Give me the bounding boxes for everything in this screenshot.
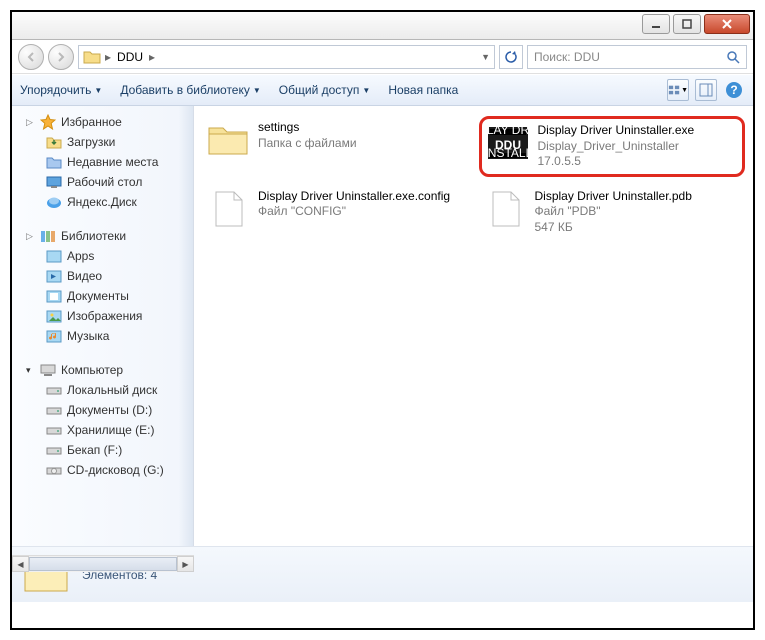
file-list-pane[interactable]: settings Папка с файлами DISPLAY DRIVERD… — [194, 106, 753, 546]
folder-icon — [206, 120, 250, 160]
nav-back-button[interactable] — [18, 44, 44, 70]
refresh-button[interactable] — [499, 45, 523, 69]
new-folder-button[interactable]: Новая папка — [388, 83, 458, 97]
file-icon — [483, 189, 527, 229]
file-version: 17.0.5.5 — [538, 154, 695, 170]
scroll-right-button[interactable]: ▶ — [177, 556, 194, 572]
file-item-exe-highlighted[interactable]: DISPLAY DRIVERDDUUNINSTALLER Display Dri… — [479, 116, 746, 177]
breadcrumb[interactable]: ▸ DDU ▸ ▼ — [78, 45, 495, 69]
preview-pane-button[interactable] — [695, 79, 717, 101]
share-menu[interactable]: Общий доступ▼ — [279, 83, 371, 97]
svg-text:UNINSTALLER: UNINSTALLER — [486, 146, 530, 160]
file-subtitle: Папка с файлами — [258, 136, 357, 152]
sidebar-item-documents[interactable]: Документы — [12, 286, 193, 306]
sidebar-item-desktop[interactable]: Рабочий стол — [12, 172, 193, 192]
sidebar-item-local-disk[interactable]: Локальный диск — [12, 380, 193, 400]
file-name: Display Driver Uninstaller.exe.config — [258, 189, 450, 205]
maximize-button[interactable] — [673, 14, 701, 34]
address-bar: ▸ DDU ▸ ▼ Поиск: DDU — [12, 40, 753, 74]
organize-menu[interactable]: Упорядочить▼ — [20, 83, 102, 97]
sidebar-item-music[interactable]: Музыка — [12, 326, 193, 346]
sidebar-item-drive-e[interactable]: Хранилище (E:) — [12, 420, 193, 440]
dropdown-icon[interactable]: ▼ — [481, 52, 490, 62]
scroll-thumb[interactable] — [29, 557, 177, 571]
search-icon — [726, 50, 740, 64]
add-to-library-menu[interactable]: Добавить в библиотеку▼ — [120, 83, 260, 97]
sidebar-libraries-header[interactable]: ▷Библиотеки — [12, 226, 193, 246]
file-subtitle: Файл "PDB" — [535, 204, 692, 220]
file-item-config[interactable]: Display Driver Uninstaller.exe.config Фа… — [202, 185, 469, 240]
sidebar-computer-header[interactable]: ▾Компьютер — [12, 360, 193, 380]
minimize-button[interactable] — [642, 14, 670, 34]
chevron-right-icon: ▸ — [105, 50, 111, 64]
chevron-right-icon: ▸ — [149, 50, 155, 64]
nav-forward-button[interactable] — [48, 44, 74, 70]
sidebar-item-apps[interactable]: Apps — [12, 246, 193, 266]
file-item-folder[interactable]: settings Папка с файлами — [202, 116, 469, 177]
file-name: Display Driver Uninstaller.exe — [538, 123, 695, 139]
sidebar-item-cdrom[interactable]: CD-дисковод (G:) — [12, 460, 193, 480]
sidebar-favorites-header[interactable]: ▷Избранное — [12, 112, 193, 132]
file-subtitle: Display_Driver_Uninstaller — [538, 139, 695, 155]
folder-icon — [83, 49, 101, 65]
file-subtitle: Файл "CONFIG" — [258, 204, 450, 220]
file-name: settings — [258, 120, 357, 136]
sidebar-hscrollbar[interactable]: ◀ ▶ — [12, 555, 194, 572]
breadcrumb-folder[interactable]: DDU — [115, 50, 145, 64]
app-icon: DISPLAY DRIVERDDUUNINSTALLER — [486, 123, 530, 163]
search-placeholder: Поиск: DDU — [534, 50, 600, 64]
sidebar-item-video[interactable]: Видео — [12, 266, 193, 286]
sidebar-item-yandex[interactable]: Яндекс.Диск — [12, 192, 193, 212]
sidebar-item-drive-d[interactable]: Документы (D:) — [12, 400, 193, 420]
sidebar-item-recent[interactable]: Недавние места — [12, 152, 193, 172]
help-button[interactable]: ? — [723, 79, 745, 101]
file-item-pdb[interactable]: Display Driver Uninstaller.pdb Файл "PDB… — [479, 185, 746, 240]
toolbar: Упорядочить▼ Добавить в библиотеку▼ Общи… — [12, 74, 753, 106]
file-name: Display Driver Uninstaller.pdb — [535, 189, 692, 205]
sidebar-item-drive-f[interactable]: Бекап (F:) — [12, 440, 193, 460]
svg-text:?: ? — [730, 83, 737, 97]
sidebar-item-images[interactable]: Изображения — [12, 306, 193, 326]
window-titlebar — [12, 12, 753, 40]
search-input[interactable]: Поиск: DDU — [527, 45, 747, 69]
file-size: 547 КБ — [535, 220, 692, 236]
scroll-left-button[interactable]: ◀ — [12, 556, 29, 572]
sidebar-item-downloads[interactable]: Загрузки — [12, 132, 193, 152]
file-icon — [206, 189, 250, 229]
svg-text:DISPLAY DRIVER: DISPLAY DRIVER — [486, 123, 530, 137]
navigation-sidebar: ▷Избранное Загрузки Недавние места Рабоч… — [12, 106, 194, 546]
close-button[interactable] — [704, 14, 750, 34]
view-options-button[interactable]: ▼ — [667, 79, 689, 101]
